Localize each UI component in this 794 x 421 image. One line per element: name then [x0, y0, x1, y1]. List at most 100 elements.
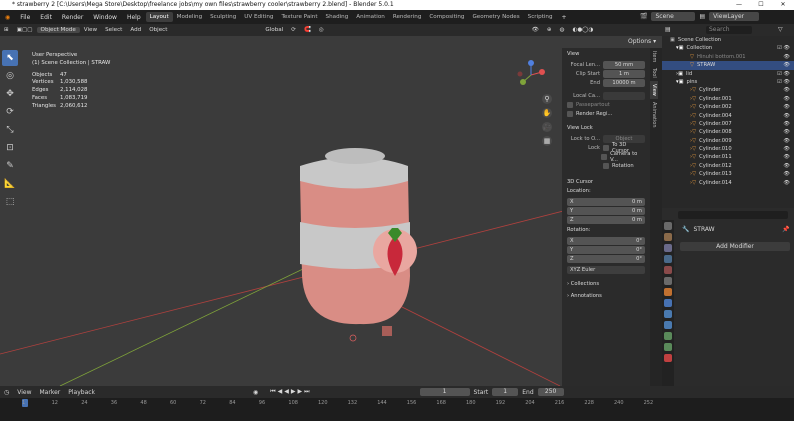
focal-length-field[interactable]: 50 mm: [603, 60, 645, 69]
outliner-row[interactable]: ›▽ Cylinder.013 👁: [662, 170, 794, 178]
particles-tab-icon[interactable]: [664, 310, 672, 318]
outliner-row-selected[interactable]: ▽ STRAW 👁: [662, 61, 794, 70]
view-section-header[interactable]: View: [562, 48, 650, 60]
cursor-y-row[interactable]: Y0 m: [562, 206, 650, 215]
orientation-dropdown[interactable]: Global: [261, 27, 287, 33]
menu-edit[interactable]: Edit: [35, 14, 57, 21]
tab-shading[interactable]: Shading: [322, 12, 353, 22]
tab-scripting[interactable]: Scripting: [524, 12, 557, 22]
view-layer-tab-icon[interactable]: [664, 255, 672, 263]
constraints-tab-icon[interactable]: [664, 332, 672, 340]
tab-animation-n[interactable]: Animation: [650, 99, 658, 131]
outliner-row[interactable]: ›▽ Cylinder.011 👁: [662, 153, 794, 161]
outliner-row[interactable]: ▾▣ Collection ☑ 👁: [662, 44, 794, 52]
close-icon[interactable]: ✕: [772, 0, 794, 10]
outliner-row[interactable]: ›▣ lid ☑ 👁: [662, 70, 794, 78]
lock-rotation-checkbox[interactable]: [603, 162, 609, 169]
visibility-icon[interactable]: 👁: [528, 27, 543, 33]
render-region-row[interactable]: Render Regi...: [562, 109, 650, 118]
outliner-row[interactable]: ›▽ Cylinder.002 👁: [662, 103, 794, 111]
menu-object[interactable]: Object: [145, 27, 171, 33]
timeline-menu-playback[interactable]: Playback: [64, 389, 99, 396]
end-frame-field[interactable]: 250: [537, 388, 564, 396]
outliner-row[interactable]: ›▽ Cylinder.004 👁: [662, 112, 794, 120]
blender-logo-icon[interactable]: ◉: [0, 14, 15, 21]
select-mode-icons[interactable]: ▣▢▢: [13, 27, 37, 33]
view-layer-selector[interactable]: ViewLayer: [709, 12, 760, 21]
rotation-mode-row[interactable]: XYZ Euler: [562, 265, 650, 274]
menu-window[interactable]: Window: [88, 14, 122, 21]
gizmo-toggle-icon[interactable]: ⊕: [543, 27, 556, 33]
ortho-grid-icon[interactable]: ▦: [542, 136, 552, 146]
outliner-row[interactable]: ▽ Hinuhi bottom.001 👁: [662, 53, 794, 61]
timeline-menu-view[interactable]: View: [13, 389, 35, 396]
annotations-section-header[interactable]: › Annotations: [562, 290, 650, 302]
measure-tool-icon[interactable]: 📐: [2, 176, 18, 192]
clip-end-field[interactable]: 10000 m: [603, 78, 645, 87]
menu-select[interactable]: Select: [101, 27, 126, 33]
outliner-row[interactable]: ›▽ Cylinder.012 👁: [662, 162, 794, 170]
cursor-ry-row[interactable]: Y 0°: [562, 245, 650, 254]
outliner-search-input[interactable]: Search: [706, 26, 752, 34]
passepartout-row[interactable]: Passepartout: [562, 100, 650, 109]
overlay-toggle-icon[interactable]: ◍: [556, 27, 569, 33]
cursor-tool-icon[interactable]: ◎: [2, 68, 18, 84]
menu-view[interactable]: View: [80, 27, 101, 33]
tab-sculpting[interactable]: Sculpting: [206, 12, 240, 22]
outliner-row[interactable]: ›▽ Cylinder.001 👁: [662, 95, 794, 103]
tab-view[interactable]: View: [650, 81, 658, 99]
passepartout-checkbox[interactable]: [567, 101, 573, 108]
data-tab-icon[interactable]: [664, 343, 672, 351]
clip-start-field[interactable]: 1 m: [603, 69, 645, 78]
editor-type-icon[interactable]: ⊞: [0, 27, 13, 33]
tab-modeling[interactable]: Modeling: [173, 12, 206, 22]
cursor-rz-row[interactable]: Z 0°: [562, 254, 650, 263]
properties-search[interactable]: [678, 211, 788, 219]
lock-3d-cursor-checkbox[interactable]: [602, 144, 609, 151]
outliner-editor-icon[interactable]: ▤: [665, 26, 671, 33]
tab-layout[interactable]: Layout: [145, 12, 173, 22]
menu-render[interactable]: Render: [57, 14, 88, 21]
outliner-row[interactable]: ▾▣ pins ☑ 👁: [662, 78, 794, 86]
shading-modes-icon[interactable]: ◐●◯◑: [568, 27, 597, 33]
modifier-tab-icon[interactable]: [664, 299, 672, 307]
select-tool-icon[interactable]: ⬉: [2, 50, 18, 66]
cursor-rx-row[interactable]: X 0°: [562, 236, 650, 245]
timeline-menu-marker[interactable]: Marker: [36, 389, 65, 396]
tab-geometry-nodes[interactable]: Geometry Nodes: [468, 12, 523, 22]
outliner-row[interactable]: ▣ Scene Collection: [662, 36, 794, 44]
menu-help[interactable]: Help: [122, 14, 146, 21]
tab-animation[interactable]: Animation: [352, 12, 389, 22]
transform-tool-icon[interactable]: ⊡: [2, 140, 18, 156]
tab-tool[interactable]: Tool: [650, 65, 658, 81]
world-tab-icon[interactable]: [664, 277, 672, 285]
scale-tool-icon[interactable]: ⤡: [2, 122, 18, 138]
add-modifier-button[interactable]: Add Modifier: [680, 242, 790, 251]
output-tab-icon[interactable]: [664, 244, 672, 252]
menu-file[interactable]: File: [15, 14, 35, 21]
pivot-icon[interactable]: ⟳: [287, 27, 300, 33]
outliner-row[interactable]: ›▽ Cylinder.009 👁: [662, 137, 794, 145]
navigation-gizmo[interactable]: [516, 60, 546, 90]
local-camera-field[interactable]: [603, 91, 645, 100]
menu-add[interactable]: Add: [126, 27, 145, 33]
timeline-editor-icon[interactable]: ◷: [0, 389, 13, 396]
timeline-ruler[interactable]: [0, 398, 794, 421]
outliner-row[interactable]: ›▽ Cylinder.008 👁: [662, 128, 794, 136]
render-tab-icon[interactable]: [664, 233, 672, 241]
zoom-icon[interactable]: ⚲: [542, 94, 552, 104]
rotate-tool-icon[interactable]: ⟳: [2, 104, 18, 120]
tool-tab-icon[interactable]: [664, 222, 672, 230]
add-workspace-icon[interactable]: +: [557, 14, 572, 21]
outliner-row[interactable]: ›▽ Cylinder.014 👁: [662, 179, 794, 187]
annotate-tool-icon[interactable]: ✎: [2, 158, 18, 174]
cursor-x-row[interactable]: X0 m: [562, 197, 650, 206]
scene-tab-icon[interactable]: [664, 266, 672, 274]
filter-icon[interactable]: ▽: [778, 26, 783, 33]
snap-icon[interactable]: 🧲: [300, 27, 315, 33]
playback-controls-icon[interactable]: ⏮◀◀▶▶⏭: [262, 388, 319, 396]
3d-cursor-section-header[interactable]: 3D Cursor: [562, 176, 650, 188]
render-region-checkbox[interactable]: [567, 110, 573, 117]
object-tab-icon[interactable]: [664, 288, 672, 296]
collections-section-header[interactable]: › Collections: [562, 278, 650, 290]
